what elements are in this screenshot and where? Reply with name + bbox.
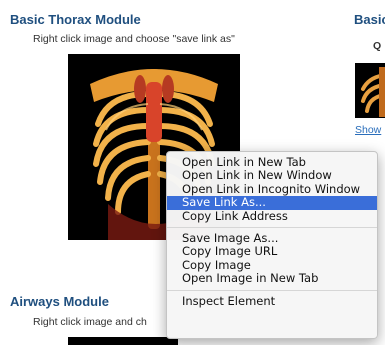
menu-item-inspect-element[interactable]: Inspect Element xyxy=(167,294,377,308)
menu-item-open-image-new-tab[interactable]: Open Image in New Tab xyxy=(167,271,377,285)
airways-module-title: Airways Module xyxy=(10,294,109,309)
right-module-label: Q xyxy=(373,40,382,52)
menu-item-save-link-as[interactable]: Save Link As... xyxy=(167,195,377,210)
show-link[interactable]: Show xyxy=(355,124,381,136)
menu-item-copy-image[interactable]: Copy Image xyxy=(167,258,377,272)
menu-item-copy-image-url[interactable]: Copy Image URL xyxy=(167,244,377,258)
right-module-title: Basic xyxy=(354,12,385,27)
thorax-module-title: Basic Thorax Module xyxy=(10,12,141,27)
airways-image-link[interactable] xyxy=(68,337,178,345)
airways-instruction: Right click image and ch xyxy=(33,316,147,328)
menu-item-open-link-new-tab[interactable]: Open Link in New Tab xyxy=(167,155,377,169)
context-menu: Open Link in New Tab Open Link in New Wi… xyxy=(166,151,378,339)
menu-separator xyxy=(167,226,377,228)
thorax-instruction: Right click image and choose "save link … xyxy=(33,33,235,45)
right-ct-image xyxy=(355,63,385,118)
menu-item-copy-link-address[interactable]: Copy Link Address xyxy=(167,209,377,223)
menu-item-open-link-incognito[interactable]: Open Link in Incognito Window xyxy=(167,182,377,196)
menu-item-save-image-as[interactable]: Save Image As... xyxy=(167,231,377,245)
right-module-image-link[interactable] xyxy=(355,63,385,118)
menu-separator xyxy=(167,289,377,291)
menu-item-open-link-new-window[interactable]: Open Link in New Window xyxy=(167,168,377,182)
